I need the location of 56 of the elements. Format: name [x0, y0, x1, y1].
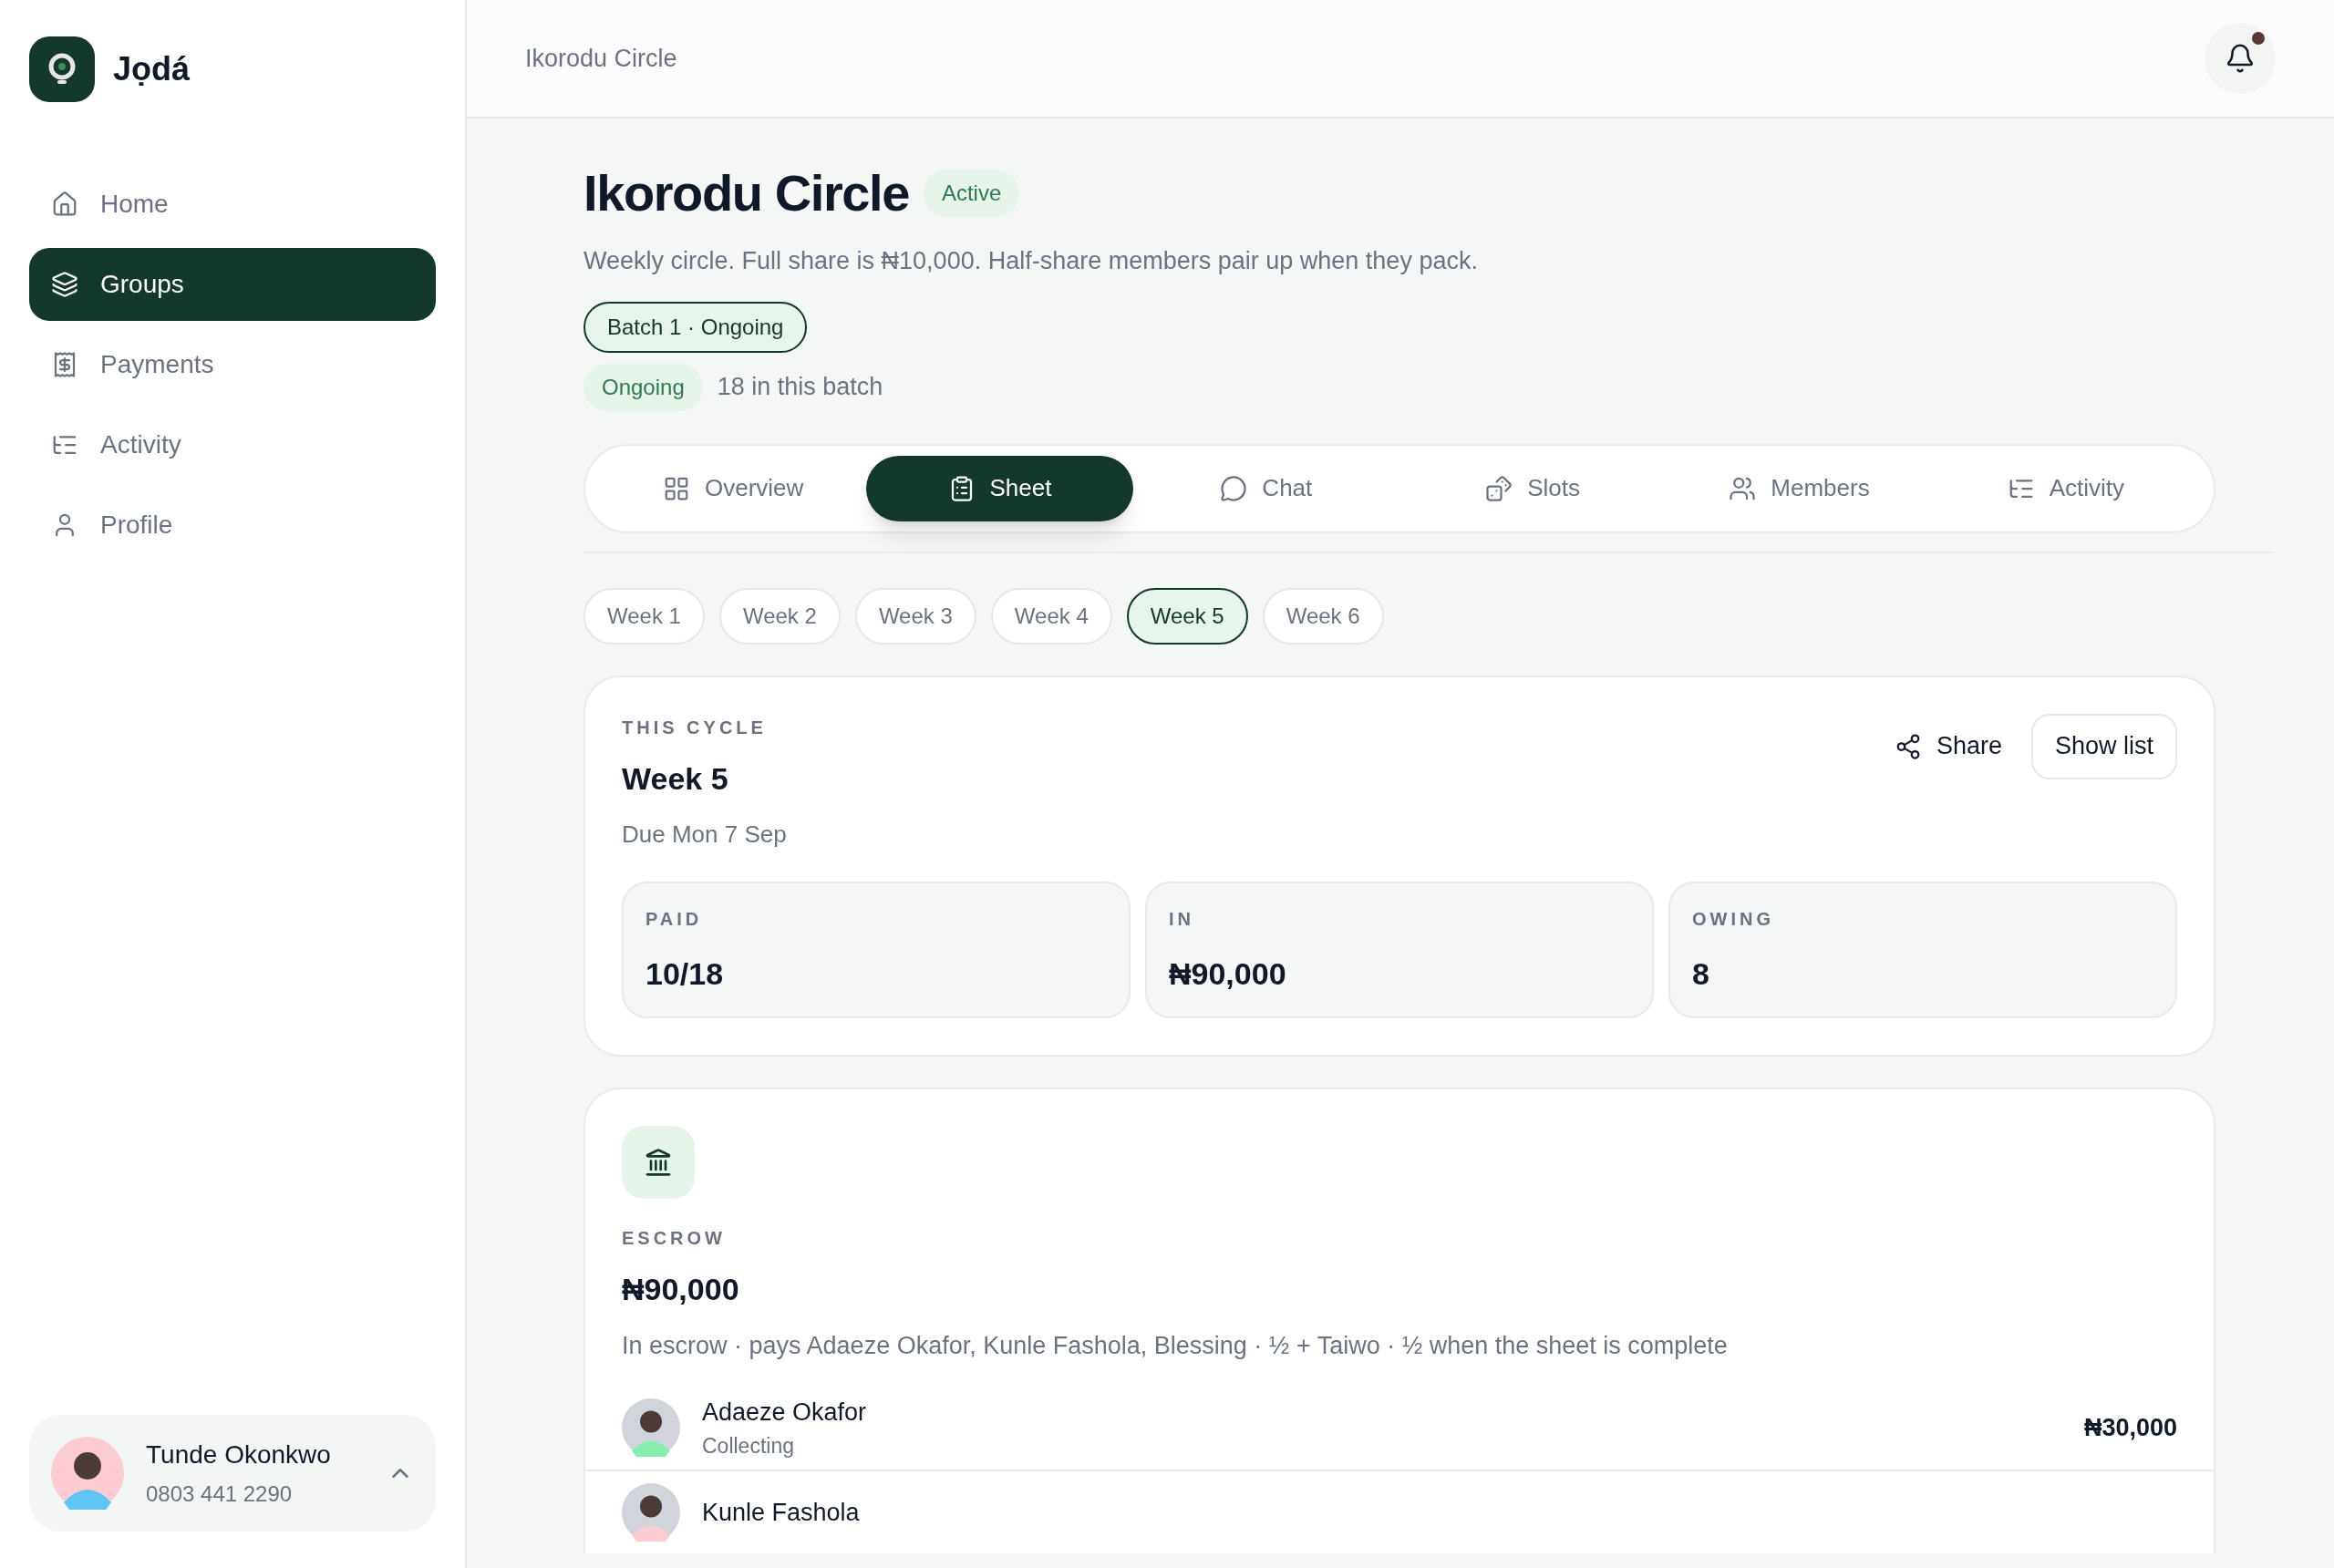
payee-status: Collecting [702, 1433, 795, 1460]
payee-name: Kunle Fashola [702, 1497, 861, 1528]
status-badge: Active [923, 170, 1020, 217]
page-title: Ikorodu Circle [525, 43, 677, 74]
batch-count: 18 in this batch [717, 372, 883, 403]
stat-value: ₦90,000 [1169, 954, 1287, 993]
user-phone: 0803 441 2290 [146, 1480, 294, 1508]
week-chip[interactable]: Week 4 [990, 587, 1112, 645]
stat-value: 8 [1692, 954, 1710, 993]
tab[interactable]: Activity [1932, 455, 2199, 521]
payee-amount: ₦30,000 [2083, 1412, 2177, 1443]
due-date: Due Mon 7 Sep [622, 819, 787, 850]
avatar-icon [622, 1398, 680, 1457]
nav-item[interactable]: Profile [29, 489, 436, 562]
nav-item[interactable]: Groups [29, 248, 436, 321]
home-icon [51, 191, 78, 218]
payee-name: Adaeze Okafor [702, 1397, 868, 1428]
layers-icon [51, 271, 78, 298]
tab[interactable]: Chat [1132, 455, 1399, 521]
section-label: ESCROW [622, 1226, 727, 1250]
week-chip[interactable]: Week 5 [1126, 587, 1248, 645]
nav-item[interactable]: Activity [29, 408, 436, 481]
section-label: THIS CYCLE [622, 716, 768, 739]
tab[interactable]: Overview [600, 455, 867, 521]
stat-value: 10/18 [645, 954, 725, 993]
tab[interactable]: Members [1666, 455, 1933, 521]
escrow-description: In escrow · pays Adaeze Okafor, Kunle Fashola, Blessing · ½ + Taiwo · ½ when the sheet is complete [622, 1330, 1729, 1361]
tab[interactable]: Slots [1399, 455, 1667, 521]
tab[interactable]: Sheet [866, 455, 1133, 521]
status-badge: Ongoing [584, 363, 703, 411]
app-name: Jọdá [113, 49, 191, 89]
avatar-icon [622, 1483, 680, 1542]
bank-icon [622, 1125, 695, 1199]
avatar-icon [51, 1437, 124, 1510]
week-chip[interactable]: Week 3 [854, 587, 976, 645]
escrow-amount: ₦90,000 [622, 1270, 740, 1308]
week-chip[interactable]: Week 6 [1262, 587, 1384, 645]
stat-label: OWING [1692, 907, 1775, 931]
week-chip[interactable]: Week 2 [718, 587, 841, 645]
nav-item[interactable]: Payments [29, 328, 436, 401]
share-button[interactable]: Share [1886, 714, 2009, 779]
group-title: Ikorodu Circle [584, 163, 909, 223]
group-description: Weekly circle. Full share is ₦10,000. Half-share members pair up when they pack. [584, 246, 1479, 276]
week-chip[interactable]: Week 1 [584, 587, 705, 645]
chat-icon [1220, 474, 1248, 502]
show-list-button[interactable]: Show list [2030, 713, 2177, 779]
user-name: Tunde Okonkwo [146, 1439, 332, 1470]
bell-icon [2225, 43, 2256, 74]
cycle-title: Week 5 [622, 759, 729, 798]
stat-label: PAID [645, 907, 704, 931]
stat-label: IN [1169, 907, 1195, 931]
batch-pill[interactable]: Batch 1 · Ongoing [584, 301, 808, 353]
nav-item[interactable]: Home [29, 168, 436, 241]
dice-icon [1485, 474, 1513, 502]
user-card[interactable]: Tunde Okonkwo 0803 441 2290 [29, 1415, 436, 1532]
logo-icon [29, 36, 95, 102]
